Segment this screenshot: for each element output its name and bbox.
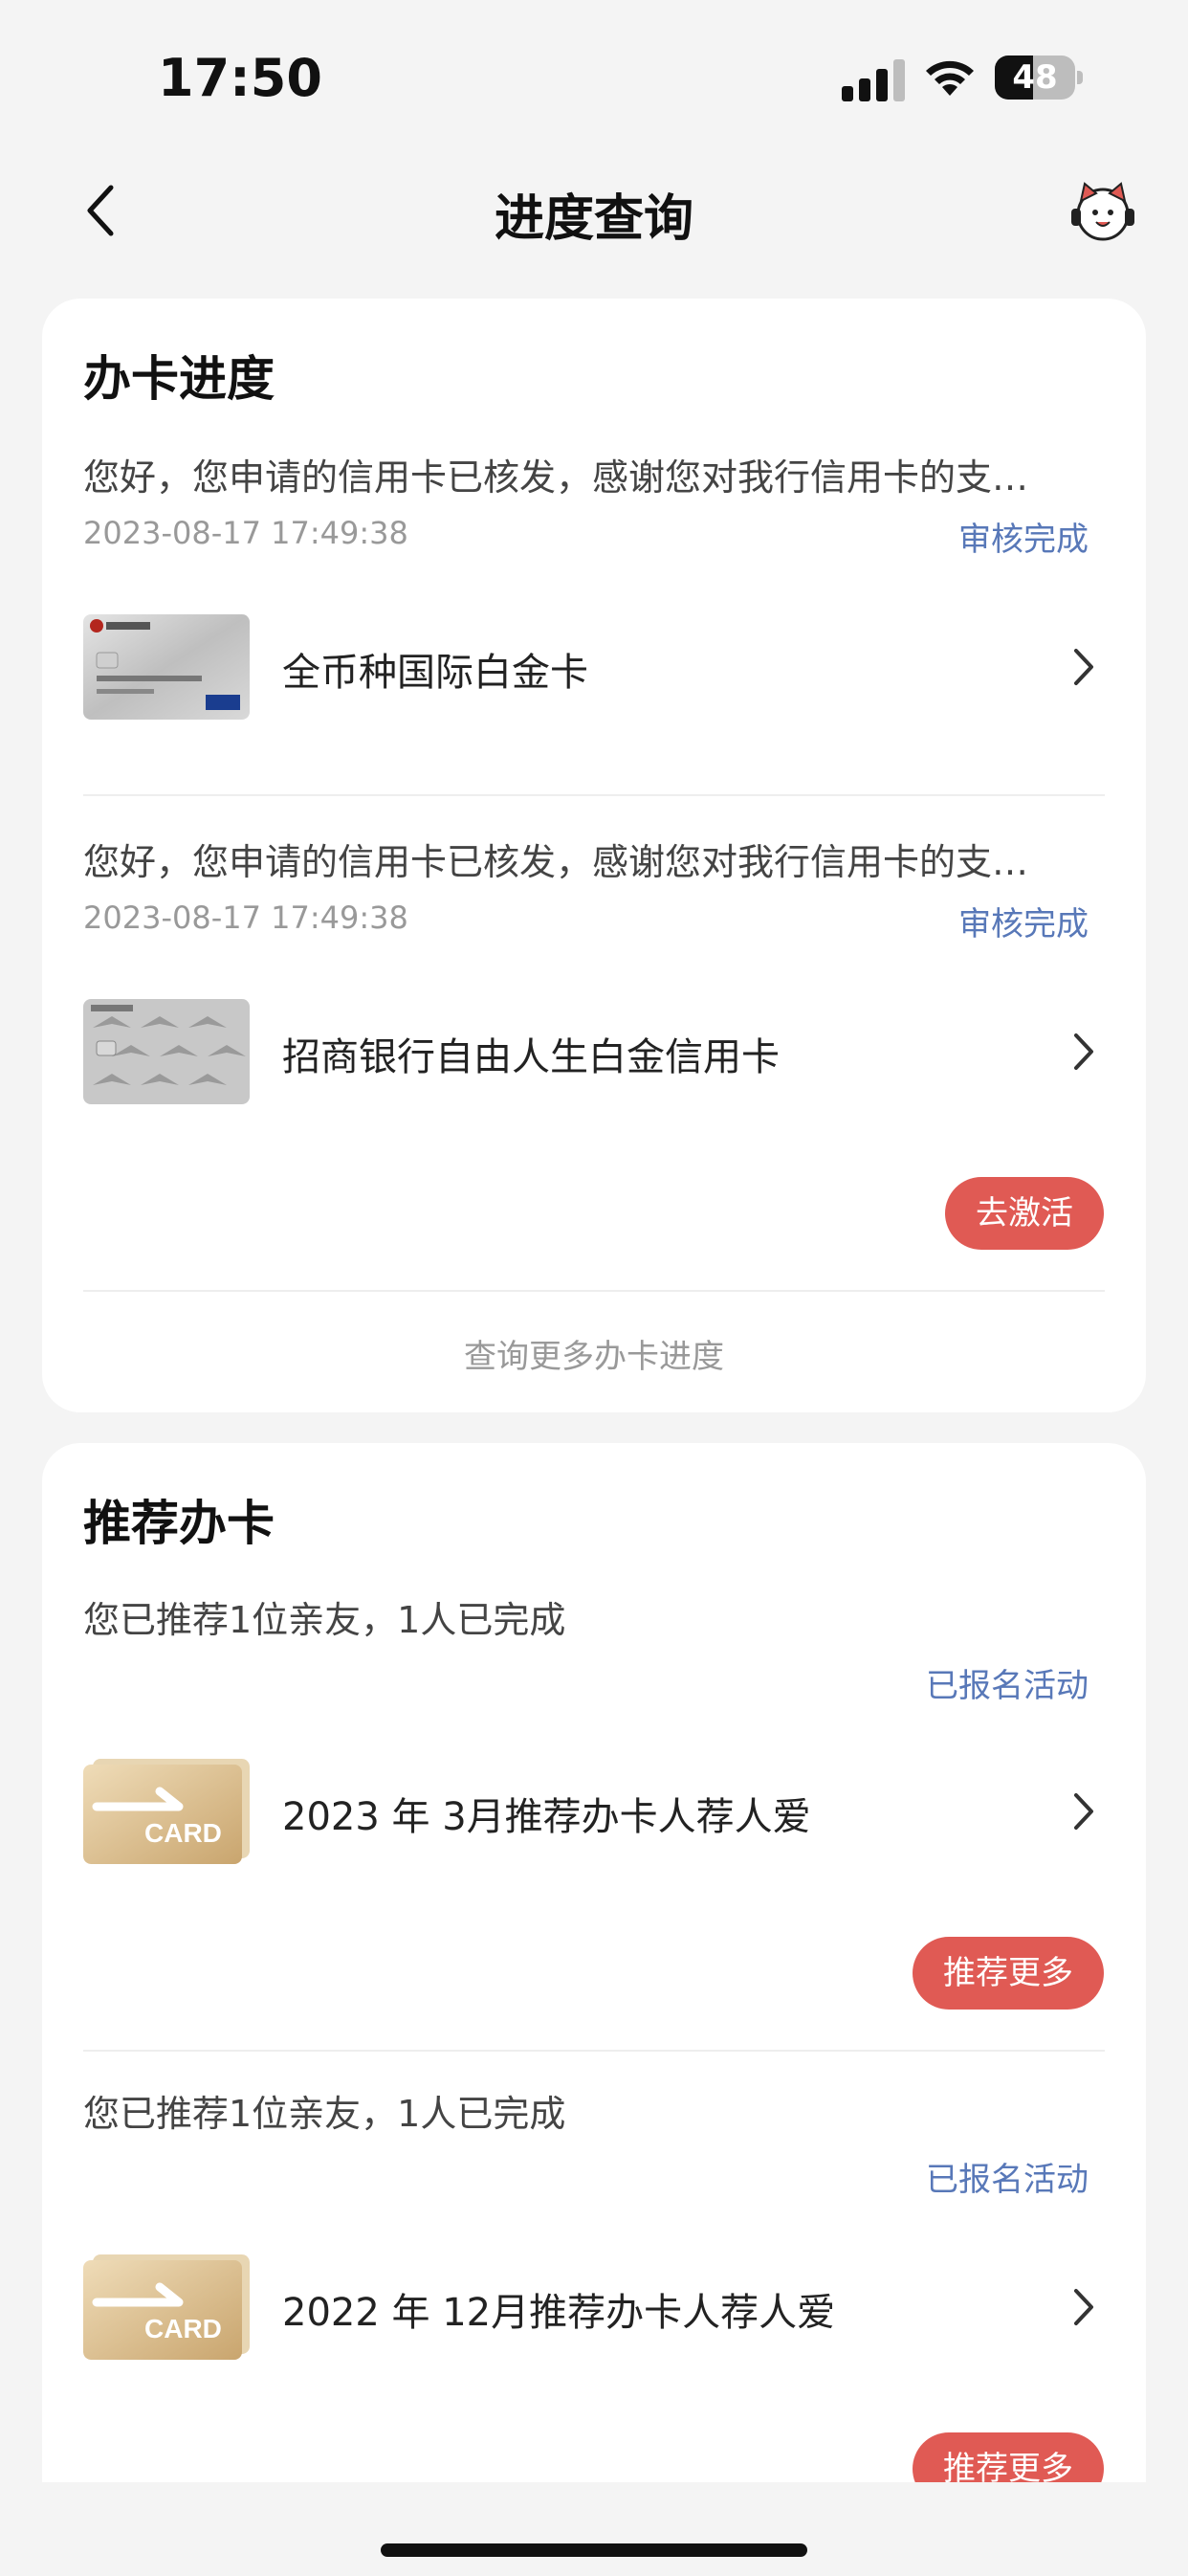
referral-summary: 您已推荐1位亲友，1人已完成 <box>83 1599 566 1641</box>
navigation-bar: 进度查询 <box>0 153 1188 268</box>
battery-percentage: 48 <box>1012 58 1058 97</box>
referral-summary: 您已推荐1位亲友，1人已完成 <box>83 2093 566 2135</box>
status-time: 17:50 <box>158 48 322 108</box>
card-name: 招商银行自由人生白金信用卡 <box>282 1035 780 1079</box>
referral-status[interactable]: 已报名活动 <box>926 1659 1089 1706</box>
activity-row[interactable]: CARD 2023 年 3月推荐办卡人荐人爱 <box>83 1759 1107 1864</box>
chevron-right-icon <box>1074 649 1093 685</box>
activity-name: 2023 年 3月推荐办卡人荐人爱 <box>282 1795 811 1839</box>
divider <box>83 794 1105 796</box>
activate-button[interactable]: 去激活 <box>945 1177 1104 1250</box>
page-title: 进度查询 <box>494 190 693 248</box>
progress-message: 您好，您申请的信用卡已核发，感谢您对我行信用卡的支… <box>83 456 1029 499</box>
card-activity-thumbnail: CARD <box>83 1759 250 1864</box>
progress-date: 2023-08-17 17:49:38 <box>83 515 408 551</box>
wifi-icon <box>926 60 974 96</box>
status-bar: 17:50 48 <box>0 0 1188 144</box>
card-thumb-text: CARD <box>144 2314 222 2343</box>
card-progress-section: 办卡进度 您好，您申请的信用卡已核发，感谢您对我行信用卡的支… 2023-08-… <box>42 299 1146 1412</box>
recommend-more-button[interactable]: 推荐更多 <box>913 1937 1104 2010</box>
section-title: 推荐办卡 <box>83 1496 275 1551</box>
recommend-section: 推荐办卡 您已推荐1位亲友，1人已完成 已报名活动 CARD 2023 年 3月… <box>42 1443 1146 2543</box>
credit-card-thumbnail <box>83 999 250 1104</box>
more-progress-link[interactable]: 查询更多办卡进度 <box>42 1330 1146 1377</box>
home-indicator[interactable] <box>381 2543 807 2557</box>
divider <box>83 1290 1105 1292</box>
cellular-signal-icon <box>842 59 905 101</box>
credit-card-thumbnail <box>83 614 250 720</box>
activity-row[interactable]: CARD 2022 年 12月推荐办卡人荐人爱 <box>83 2254 1107 2360</box>
chevron-right-icon <box>1074 1033 1093 1070</box>
progress-date: 2023-08-17 17:49:38 <box>83 899 408 936</box>
card-thumb-text: CARD <box>144 1818 222 1848</box>
progress-status[interactable]: 审核完成 <box>958 898 1089 944</box>
card-row[interactable]: 全币种国际白金卡 <box>83 614 1107 720</box>
chevron-right-icon <box>1074 1793 1093 1830</box>
divider <box>83 2050 1105 2052</box>
card-name: 全币种国际白金卡 <box>282 651 588 695</box>
activity-name: 2022 年 12月推荐办卡人荐人爱 <box>282 2291 836 2335</box>
card-row[interactable]: 招商银行自由人生白金信用卡 <box>83 999 1107 1104</box>
battery-icon: 48 <box>995 56 1083 101</box>
progress-status[interactable]: 审核完成 <box>958 513 1089 560</box>
section-title: 办卡进度 <box>83 351 275 407</box>
bottom-safe-area <box>0 2482 1188 2576</box>
chevron-right-icon <box>1074 2289 1093 2325</box>
progress-message: 您好，您申请的信用卡已核发，感谢您对我行信用卡的支… <box>83 841 1029 883</box>
referral-status[interactable]: 已报名活动 <box>926 2153 1089 2200</box>
customer-service-mascot-icon[interactable] <box>1069 180 1136 243</box>
card-activity-thumbnail: CARD <box>83 2254 250 2360</box>
